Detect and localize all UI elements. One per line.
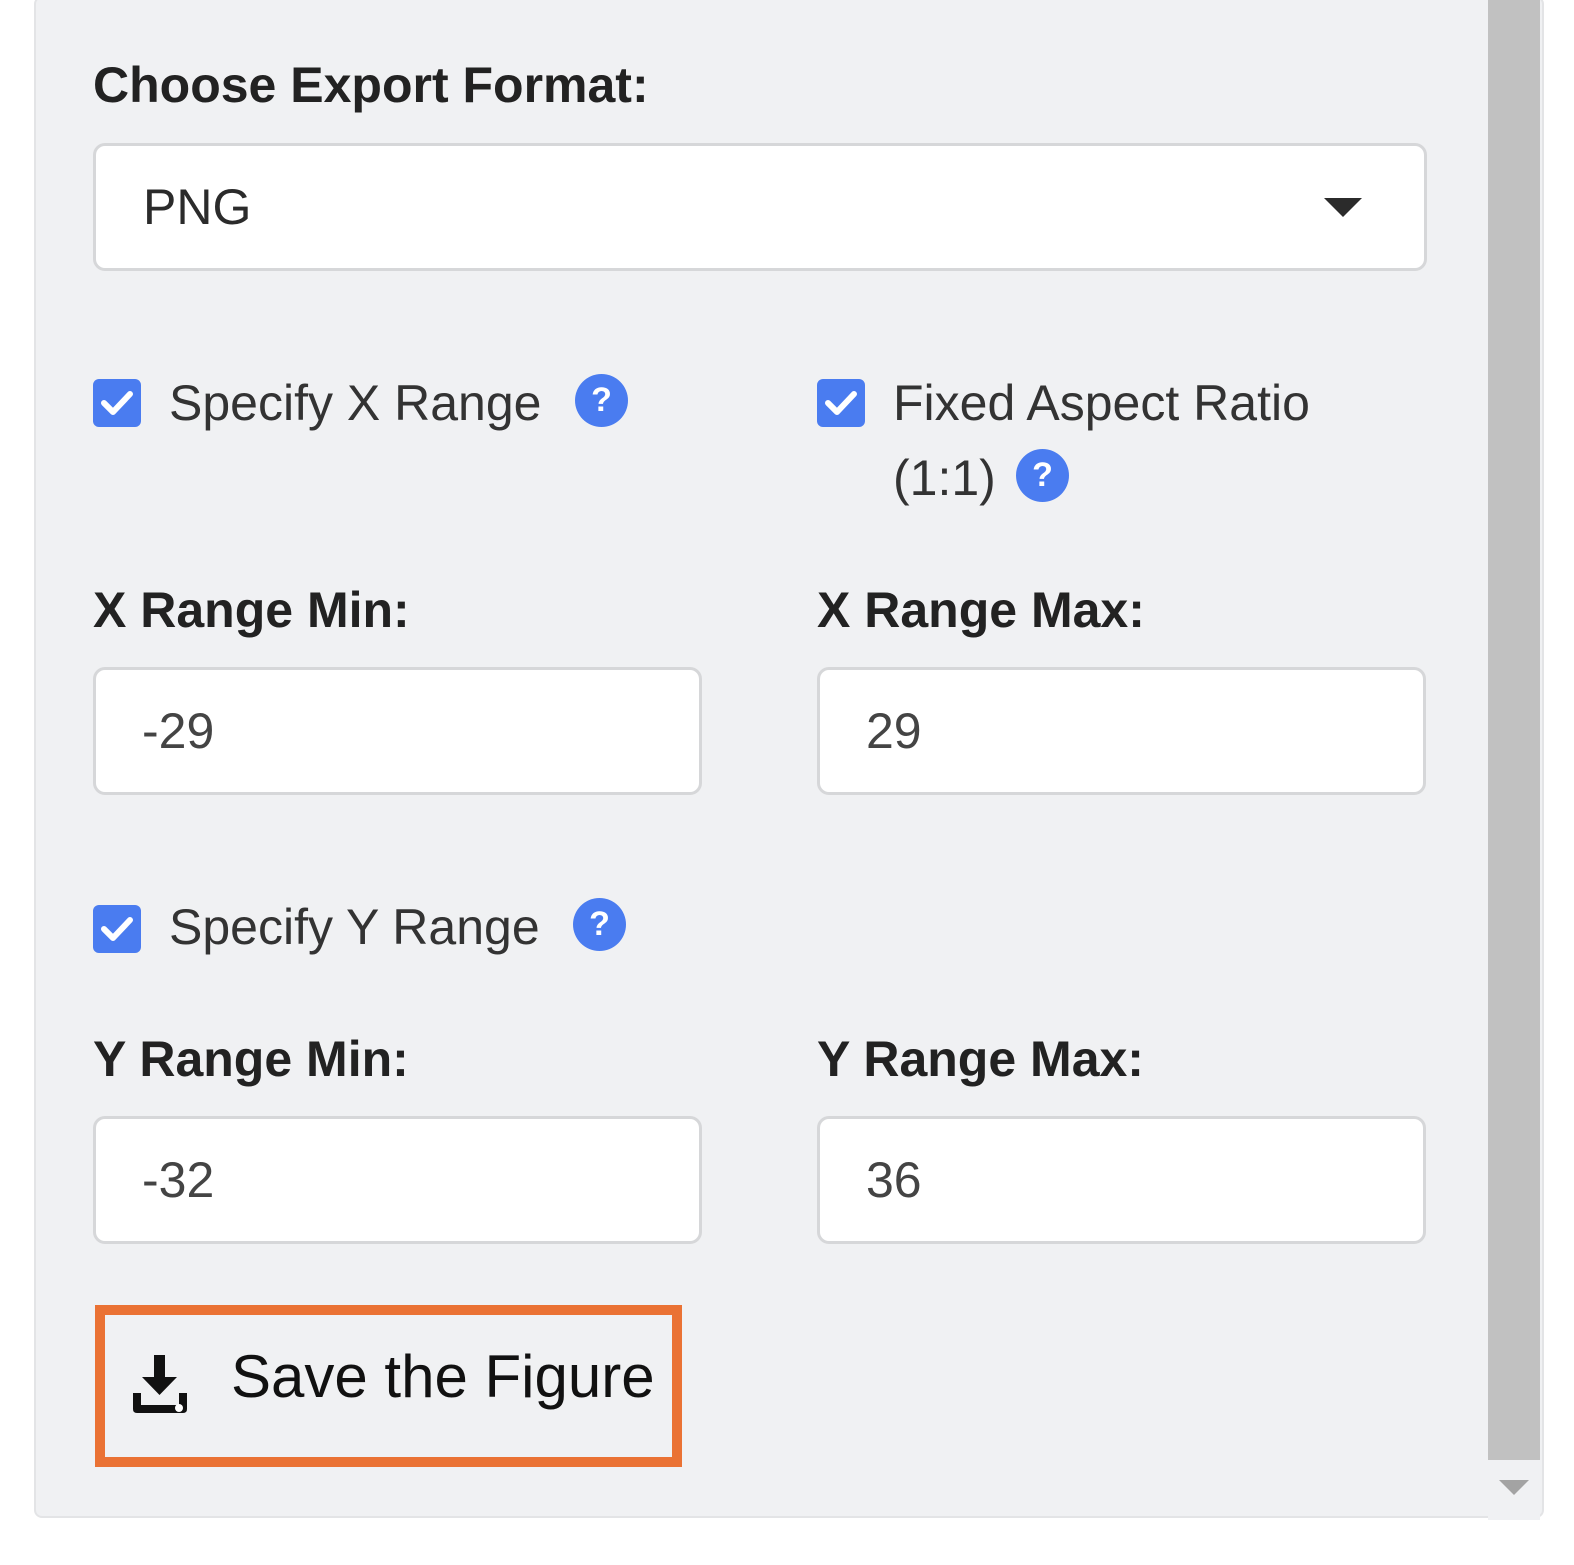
y-range-min-input[interactable]: -32 — [93, 1116, 702, 1244]
x-range-max-label: X Range Max: — [817, 582, 1145, 638]
checkmark-icon — [825, 391, 857, 415]
specify-x-range-label: Specify X Range — [169, 375, 542, 431]
x-range-max-input[interactable]: 29 — [817, 667, 1426, 795]
specify-y-range-label: Specify Y Range — [169, 899, 540, 955]
x-range-min-label: X Range Min: — [93, 582, 410, 638]
checkmark-icon — [101, 917, 133, 941]
download-icon — [133, 1355, 187, 1413]
scrollbar-thumb[interactable] — [1488, 0, 1540, 1460]
export-format-value: PNG — [143, 179, 252, 235]
export-format-select[interactable]: PNG — [93, 143, 1427, 271]
export-format-label: Choose Export Format: — [93, 57, 649, 113]
help-icon[interactable]: ? — [1016, 449, 1069, 502]
chevron-down-icon — [1324, 198, 1362, 217]
save-figure-button[interactable]: Save the Figure — [95, 1305, 682, 1467]
y-range-max-value: 36 — [866, 1152, 922, 1208]
help-icon[interactable]: ? — [573, 898, 626, 951]
checkmark-icon — [101, 391, 133, 415]
fixed-aspect-ratio-sublabel: (1:1) — [893, 450, 996, 506]
y-range-min-label: Y Range Min: — [93, 1031, 409, 1087]
scroll-down-arrow-icon[interactable] — [1499, 1480, 1529, 1495]
x-range-max-value: 29 — [866, 703, 922, 759]
x-range-min-input[interactable]: -29 — [93, 667, 702, 795]
y-range-min-value: -32 — [142, 1152, 215, 1208]
specify-x-range-checkbox[interactable] — [93, 379, 141, 427]
y-range-max-label: Y Range Max: — [817, 1031, 1144, 1087]
x-range-min-value: -29 — [142, 703, 215, 759]
specify-y-range-checkbox[interactable] — [93, 905, 141, 953]
fixed-aspect-ratio-checkbox[interactable] — [817, 379, 865, 427]
save-figure-label: Save the Figure — [231, 1343, 655, 1410]
fixed-aspect-ratio-label: Fixed Aspect Ratio — [893, 375, 1310, 431]
help-icon[interactable]: ? — [575, 374, 628, 427]
y-range-max-input[interactable]: 36 — [817, 1116, 1426, 1244]
